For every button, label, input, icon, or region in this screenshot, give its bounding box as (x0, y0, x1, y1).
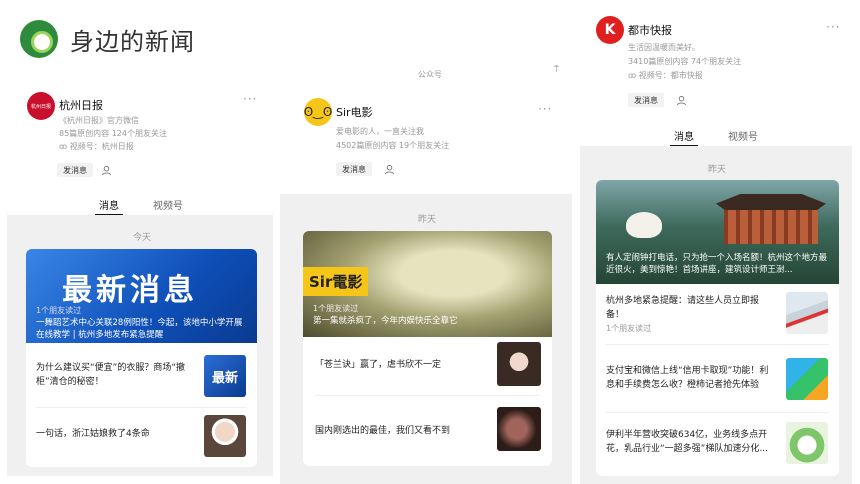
hero-banner-text: 最新消息 (62, 273, 198, 308)
account-name[interactable]: 杭州日报 (59, 97, 103, 113)
account-description: 生活因温暖而美好。 (628, 43, 700, 52)
video-channel-label: 视频号：杭州日报 (69, 142, 134, 151)
article-list: Sir電影 1个朋友读过 第一集就杀疯了，今年内娱快乐全靠它 「苍兰诀」赢了，虐… (303, 231, 552, 466)
app-logo-icon (20, 20, 58, 58)
account-stats: 4502篇原创内容 19个朋友关注 (336, 141, 450, 150)
hero-caption: 一舞蹈艺术中心关联28例阳性！今起，该地中小学开展在线教学 | 杭州多地发布紧急… (36, 318, 243, 340)
article-thumbnail[interactable] (497, 407, 541, 451)
more-options-icon[interactable]: ··· (243, 92, 257, 106)
video-channel-icon: ꝏ (628, 71, 639, 80)
account-description: 爱电影的人，一直关注我 (336, 127, 424, 136)
account-card-metro-express: K 都市快报 ··· 生活因温暖而美好。 3410篇原创内容 74个朋友关注 ꝏ… (580, 8, 852, 484)
page-title: 身边的新闻 (70, 28, 195, 56)
hero-caption: 第一集就杀疯了，今年内娱快乐全靠它 (313, 316, 458, 326)
pavilion-body (724, 210, 818, 244)
message-feed: 昨天 Sir電影 1个朋友读过 第一集就杀疯了，今年内娱快乐全靠它 「苍兰诀」赢… (280, 194, 572, 484)
hero-logo: Sir電影 (303, 267, 369, 296)
hero-caption: 有人定闹钟打电话，只为抢一个入场名额！杭州这个地方最近很火，美到惊艳！首场讲座，… (606, 253, 828, 275)
thumbnail-text: 最新 (211, 370, 238, 386)
send-message-button[interactable]: 发消息 (57, 163, 93, 177)
add-contact-icon[interactable] (382, 162, 396, 176)
hero-article[interactable]: 有人定闹钟打电话，只为抢一个入场名额！杭州这个地方最近很火，美到惊艳！首场讲座，… (596, 180, 839, 284)
more-options-icon[interactable]: ··· (826, 20, 840, 34)
friends-read: 1个朋友读过 (313, 304, 359, 313)
article-list: 有人定闹钟打电话，只为抢一个入场名额！杭州这个地方最近很火，美到惊艳！首场讲座，… (596, 180, 839, 476)
add-contact-icon[interactable] (674, 93, 688, 107)
article-thumbnail[interactable] (786, 358, 828, 400)
message-feed: 昨天 有人定闹钟打电话，只为抢一个入场名额！杭州这个地方最近很火，美到惊艳！首场… (580, 146, 852, 484)
account-name[interactable]: Sir电影 (336, 104, 373, 120)
article-thumbnail[interactable] (786, 422, 828, 464)
date-label: 今天 (133, 233, 152, 243)
article-title[interactable]: 支付宝和微信上线“信用卡取现”功能！利息和手续费怎么收？橙柿记者抢先体验 (606, 364, 776, 392)
more-options-icon[interactable]: ··· (538, 102, 552, 116)
add-contact-icon[interactable] (99, 163, 113, 177)
article-title[interactable]: 国内刚选出的最佳，我们又看不到 (315, 424, 485, 438)
avatar[interactable]: 杭州日报 (27, 92, 55, 120)
tab-video[interactable]: 视频号 (728, 128, 758, 143)
avatar[interactable]: ʘ‿ʘ (304, 98, 332, 126)
account-card-sir-movie: ʘ‿ʘ Sir电影 ··· 爱电影的人，一直关注我 4502篇原创内容 19个朋… (280, 88, 572, 484)
send-message-button[interactable]: 发消息 (336, 162, 372, 176)
video-channel-icon: ꝏ (59, 142, 70, 151)
avatar-k-icon: K (604, 22, 616, 38)
divider (36, 407, 247, 408)
send-message-button[interactable]: 发消息 (628, 93, 664, 107)
tab-video[interactable]: 视频号 (153, 197, 183, 212)
divider (606, 344, 829, 345)
tab-messages[interactable]: 消息 (95, 197, 123, 216)
article-title[interactable]: 「苍兰诀」赢了，虐书欣不一定 (315, 358, 485, 372)
article-thumbnail[interactable] (497, 342, 541, 386)
article-thumbnail[interactable] (204, 415, 246, 457)
lotus-flower (626, 212, 662, 238)
avatar[interactable]: K (596, 16, 624, 44)
date-label: 昨天 (708, 165, 727, 175)
article-title[interactable]: 一句话，浙江姑娘救了4条命 (36, 427, 186, 441)
pin-icon[interactable]: ⍑ (554, 65, 559, 75)
video-channel-link[interactable]: ꝏ 视频号：杭州日报 (59, 141, 134, 152)
account-name[interactable]: 都市快报 (628, 22, 672, 38)
tab-messages[interactable]: 消息 (670, 128, 698, 147)
avatar-face-icon: ʘ‿ʘ (304, 105, 332, 119)
article-thumbnail[interactable]: 最新 (204, 355, 246, 397)
friends-read: 1个朋友读过 (36, 306, 82, 315)
hero-article[interactable]: Sir電影 1个朋友读过 第一集就杀疯了，今年内娱快乐全靠它 (303, 231, 552, 337)
article-thumbnail[interactable] (786, 292, 828, 334)
article-list: 最新消息 1个朋友读过 一舞蹈艺术中心关联28例阳性！今起，该地中小学开展在线教… (26, 249, 257, 467)
video-channel-link[interactable]: ꝏ 视频号：都市快报 (628, 70, 703, 81)
article-title[interactable]: 为什么建议买“便宜”的衣服？商场“撤柜”清仓的秘密！ (36, 361, 186, 389)
account-card-hangzhou-daily: 杭州日报 杭州日报 ··· 《杭州日报》官方微信 85篇原创内容 124个朋友关… (7, 82, 273, 476)
friends-read: 1个朋友读过 (606, 324, 652, 333)
account-stats: 85篇原创内容 124个朋友关注 (59, 129, 167, 138)
account-stats: 3410篇原创内容 74个朋友关注 (628, 57, 742, 66)
section-label: 公众号 (418, 70, 442, 79)
date-label: 昨天 (418, 215, 437, 225)
hero-article[interactable]: 最新消息 1个朋友读过 一舞蹈艺术中心关联28例阳性！今起，该地中小学开展在线教… (26, 249, 257, 343)
pavilion-roof (716, 194, 826, 210)
account-description: 《杭州日报》官方微信 (59, 116, 139, 125)
divider (315, 395, 540, 396)
article-title[interactable]: 杭州多地紧急提醒：请这些人员立即报备！ (606, 294, 776, 322)
message-feed: 今天 最新消息 1个朋友读过 一舞蹈艺术中心关联28例阳性！今起，该地中小学开展… (7, 215, 273, 476)
avatar-text: 杭州日报 (30, 103, 51, 110)
video-channel-label: 视频号：都市快报 (638, 71, 703, 80)
article-title[interactable]: 伊利半年营收突破634亿，业务线多点开花，乳品行业“一超多强”梯队加速分化... (606, 428, 776, 456)
divider (606, 412, 829, 413)
